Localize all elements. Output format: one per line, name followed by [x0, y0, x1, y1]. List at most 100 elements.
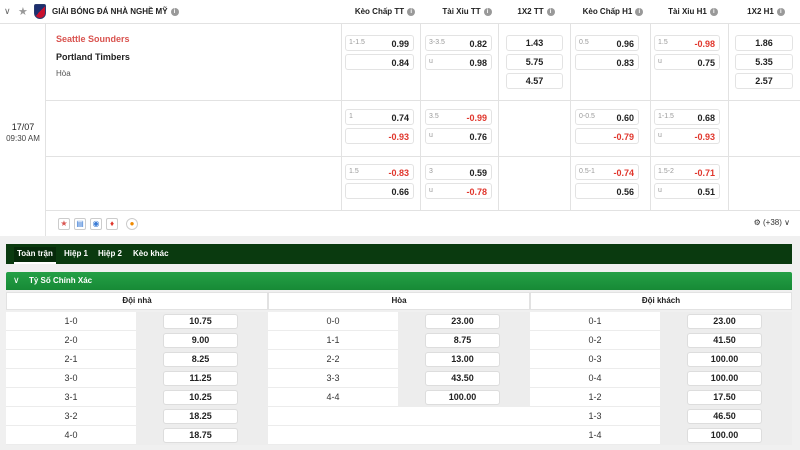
score-odds-button[interactable]: 17.50 — [687, 390, 762, 405]
info-icon[interactable]: i — [407, 7, 416, 16]
odds-button[interactable]: u 0.98 — [425, 54, 492, 70]
info-icon[interactable]: i — [546, 7, 555, 16]
odds-button[interactable]: 3 0.59 — [425, 164, 492, 180]
score-odds-button[interactable]: 10.75 — [163, 314, 238, 329]
score-row: 0-2 41.50 — [530, 331, 792, 350]
score-odds-button[interactable]: 9.00 — [163, 333, 238, 348]
bonus-icon[interactable]: ● — [126, 218, 138, 230]
star-icon[interactable]: ★ — [18, 5, 28, 18]
teams-cell — [46, 100, 342, 156]
score-row: 2-0 9.00 — [6, 331, 268, 350]
odds-value: 0.66 — [391, 187, 409, 197]
score-label: 0-2 — [588, 335, 602, 345]
live-icon[interactable]: ◉ — [90, 218, 102, 230]
odds-button[interactable]: 0.5 0.96 — [575, 35, 639, 51]
odds-value: 0.60 — [616, 113, 634, 123]
league-name[interactable]: GIẢI BÓNG ĐÁ NHÀ NGHỀ MỸ — [52, 7, 168, 16]
fire-icon[interactable]: ♦ — [106, 218, 118, 230]
odds-value: 0.82 — [469, 39, 487, 49]
score-label: 2-2 — [326, 354, 340, 364]
under-label: u — [658, 58, 662, 65]
tab-full-match[interactable]: Toàn trận — [14, 247, 56, 264]
score-odds-button[interactable]: 41.50 — [687, 333, 762, 348]
odds-button[interactable]: 0.5-1 -0.74 — [575, 164, 639, 180]
odds-button[interactable]: 1-1.5 0.68 — [654, 109, 720, 125]
odds-button[interactable]: u -0.93 — [654, 128, 720, 144]
score-odds-button[interactable]: 23.00 — [425, 314, 500, 329]
info-icon[interactable]: i — [483, 7, 492, 16]
score-row: 0-0 23.00 — [268, 312, 530, 331]
score-odds-button[interactable]: 100.00 — [687, 371, 762, 386]
odds-button[interactable]: 1.5 -0.83 — [345, 164, 414, 180]
odds-button[interactable]: 1.43 — [506, 35, 563, 51]
score-row: 0-3 100.00 — [530, 350, 792, 369]
odds-button[interactable]: -0.93 — [345, 128, 414, 144]
info-icon[interactable]: i — [170, 7, 179, 16]
chevron-down-icon[interactable]: ∨ — [4, 6, 11, 17]
chevron-down-icon[interactable]: ∨ — [13, 275, 20, 286]
odds-button[interactable]: 3.5 -0.99 — [425, 109, 492, 125]
odds-button[interactable]: 1.5-2 -0.71 — [654, 164, 720, 180]
odds-button[interactable]: 1-1.5 0.99 — [345, 35, 414, 51]
odds-button[interactable]: 0-0.5 0.60 — [575, 109, 639, 125]
odds-value: 0.76 — [469, 132, 487, 142]
refresh-icon[interactable]: ⚙ — [754, 218, 761, 227]
tab-half-1[interactable]: Hiệp 1 — [64, 249, 88, 258]
score-odds-button[interactable]: 18.25 — [163, 409, 238, 424]
more-markets[interactable]: ⚙ (+38) ∨ — [754, 218, 790, 227]
score-odds-button[interactable]: 8.75 — [425, 333, 500, 348]
odds-value: 0.68 — [697, 113, 715, 123]
divider — [650, 24, 651, 210]
odds-button[interactable]: 0.56 — [575, 183, 639, 199]
odds-button[interactable]: u -0.78 — [425, 183, 492, 199]
odds-button[interactable]: 1.5 -0.98 — [654, 35, 720, 51]
tab-half-2[interactable]: Hiệp 2 — [98, 249, 122, 258]
score-odds-button[interactable]: 10.25 — [163, 390, 238, 405]
score-label: 0-4 — [588, 373, 602, 383]
info-icon[interactable]: i — [776, 7, 785, 16]
score-odds-button[interactable]: 100.00 — [425, 390, 500, 405]
odds-button[interactable]: 5.35 — [735, 54, 793, 70]
odds-button[interactable]: 2.57 — [735, 73, 793, 89]
score-odds-button[interactable]: 13.00 — [425, 352, 500, 367]
away-team[interactable]: Portland Timbers — [56, 52, 130, 62]
odds-button[interactable]: -0.79 — [575, 128, 639, 144]
odds-button[interactable]: 5.75 — [506, 54, 563, 70]
score-odds-button[interactable]: 100.00 — [687, 428, 762, 443]
odds-button[interactable]: u 0.75 — [654, 54, 720, 70]
score-odds-button[interactable]: 100.00 — [687, 352, 762, 367]
divider — [46, 100, 800, 101]
odds-button[interactable]: u 0.76 — [425, 128, 492, 144]
info-icon[interactable]: i — [709, 7, 718, 16]
score-label: 3-3 — [326, 373, 340, 383]
score-odds-button[interactable]: 11.25 — [163, 371, 238, 386]
draw-label: Hòa — [56, 69, 71, 78]
handicap-line: 1-1.5 — [349, 39, 365, 46]
correct-score-header[interactable]: ∨ Tỷ Số Chính Xác — [6, 272, 792, 290]
score-odds-button[interactable]: 43.50 — [425, 371, 500, 386]
favorite-icon[interactable]: ★ — [58, 218, 70, 230]
odds-value: 0.84 — [391, 58, 409, 68]
odds-button[interactable]: 0.66 — [345, 183, 414, 199]
chevron-down-icon[interactable]: ∨ — [784, 218, 790, 227]
odds-button[interactable]: u 0.51 — [654, 183, 720, 199]
score-odds-button[interactable]: 23.00 — [687, 314, 762, 329]
score-odds-button[interactable]: 18.75 — [163, 428, 238, 443]
score-odds-button[interactable]: 46.50 — [687, 409, 762, 424]
odds-button[interactable]: 4.57 — [506, 73, 563, 89]
odds-button[interactable]: 0.83 — [575, 54, 639, 70]
col-home: Đội nhà — [6, 292, 268, 310]
handicap-line: 1.5 — [349, 168, 359, 175]
score-odds-button[interactable]: 8.25 — [163, 352, 238, 367]
odds-button[interactable]: 0.84 — [345, 54, 414, 70]
stats-icon[interactable]: ▤ — [74, 218, 86, 230]
odds-button[interactable]: 1.86 — [735, 35, 793, 51]
odds-value: -0.93 — [388, 132, 409, 142]
home-team[interactable]: Seattle Sounders — [56, 34, 130, 44]
score-label: 2-1 — [64, 354, 78, 364]
info-icon[interactable]: i — [635, 7, 644, 16]
odds-button[interactable]: 1 0.74 — [345, 109, 414, 125]
tab-other[interactable]: Kèo khác — [133, 249, 169, 258]
divider — [46, 210, 800, 211]
odds-button[interactable]: 3-3.5 0.82 — [425, 35, 492, 51]
